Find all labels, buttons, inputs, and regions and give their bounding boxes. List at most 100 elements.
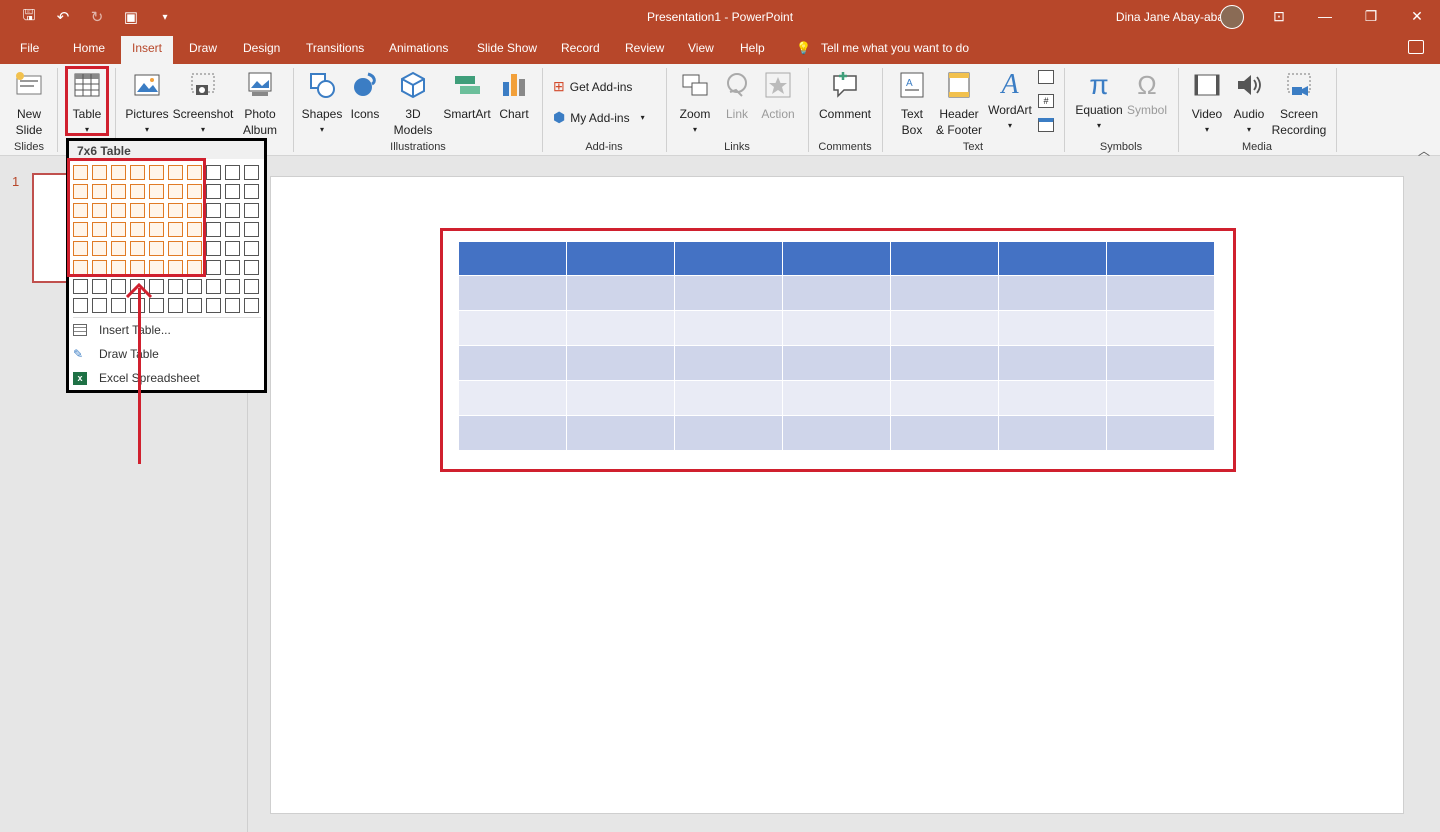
close-icon[interactable]: ✕: [1394, 0, 1440, 32]
table-grid-cell[interactable]: [206, 298, 221, 313]
table-grid-cell[interactable]: [73, 298, 88, 313]
photo-album-button[interactable]: Photo Album: [236, 70, 284, 138]
screenshot-icon: [191, 73, 215, 95]
tab-review[interactable]: Review: [621, 41, 668, 55]
annotation-arrow: [138, 288, 141, 464]
tab-transitions[interactable]: Transitions: [302, 41, 368, 55]
table-grid-cell[interactable]: [168, 298, 183, 313]
excel-spreadsheet-menu-item[interactable]: x Excel Spreadsheet: [73, 371, 200, 385]
new-slide-button[interactable]: New Slide: [8, 70, 50, 138]
text-box-icon: A: [900, 72, 924, 98]
smartart-button[interactable]: SmartArt: [440, 70, 494, 122]
table-grid-cell[interactable]: [187, 279, 202, 294]
table-grid-cell[interactable]: [187, 298, 202, 313]
screen-recording-button[interactable]: Screen Recording: [1268, 70, 1330, 138]
tab-file[interactable]: File: [16, 41, 43, 55]
table-grid-cell[interactable]: [92, 298, 107, 313]
text-box-button[interactable]: A Text Box: [892, 70, 932, 138]
tab-slide-show[interactable]: Slide Show: [473, 41, 541, 55]
chart-button[interactable]: Chart: [496, 70, 532, 122]
maximize-icon[interactable]: ❐: [1348, 0, 1394, 32]
action-button[interactable]: Action: [758, 70, 798, 122]
table-grid-cell[interactable]: [225, 298, 240, 313]
omega-icon: Ω: [1137, 70, 1157, 100]
table-grid-cell[interactable]: [244, 241, 259, 256]
equation-button[interactable]: π Equation ▾: [1072, 70, 1126, 134]
screen-recording-icon: [1287, 73, 1311, 96]
table-grid-cell[interactable]: [149, 298, 164, 313]
audio-button[interactable]: Audio ▾: [1230, 70, 1268, 138]
table-grid-cell[interactable]: [111, 279, 126, 294]
tab-view[interactable]: View: [684, 41, 718, 55]
arrow-up-icon: [125, 282, 153, 298]
video-button[interactable]: Video ▾: [1188, 70, 1226, 138]
comment-button[interactable]: Comment: [814, 70, 876, 122]
my-addins-button[interactable]: ⬢ My Add-ins ▾: [553, 109, 645, 126]
table-grid-cell[interactable]: [244, 298, 259, 313]
draw-table-menu-item[interactable]: ✎ Draw Table: [73, 347, 159, 361]
tab-design[interactable]: Design: [239, 41, 284, 55]
wordart-button[interactable]: A WordArt ▾: [986, 70, 1034, 134]
new-slide-icon: [16, 72, 42, 95]
group-addins-label: Add-ins: [585, 141, 623, 153]
table-grid-cell[interactable]: [206, 241, 221, 256]
tab-draw[interactable]: Draw: [185, 41, 221, 55]
table-grid-cell[interactable]: [206, 203, 221, 218]
zoom-button[interactable]: Zoom ▾: [676, 70, 714, 138]
title-bar: 🖫 ↶ ↻ ▣ ▾ Presentation1 - PowerPoint Din…: [0, 0, 1440, 36]
table-grid-cell[interactable]: [244, 279, 259, 294]
object-icon[interactable]: [1038, 118, 1054, 132]
table-grid-cell[interactable]: [206, 279, 221, 294]
table-grid-cell[interactable]: [225, 279, 240, 294]
table-grid-cell[interactable]: [111, 298, 126, 313]
table-grid-cell[interactable]: [244, 222, 259, 237]
table-grid-cell[interactable]: [244, 165, 259, 180]
screenshot-button[interactable]: Screenshot ▾: [172, 70, 234, 138]
ribbon-display-icon[interactable]: ⊡: [1256, 0, 1302, 32]
table-grid-cell[interactable]: [225, 241, 240, 256]
avatar[interactable]: [1220, 5, 1244, 29]
comments-icon[interactable]: [1408, 40, 1424, 54]
minimize-icon[interactable]: —: [1302, 0, 1348, 32]
tell-me-search[interactable]: 💡 Tell me what you want to do: [796, 41, 969, 55]
smartart-icon: [455, 76, 480, 94]
table-grid-cell[interactable]: [206, 260, 221, 275]
zoom-icon: [682, 74, 708, 96]
tab-record[interactable]: Record: [557, 41, 604, 55]
draw-table-label: Draw Table: [99, 347, 159, 361]
table-grid-cell[interactable]: [225, 165, 240, 180]
3d-models-button[interactable]: 3D Models: [388, 70, 438, 138]
tab-help[interactable]: Help: [736, 41, 769, 55]
table-grid-cell[interactable]: [244, 184, 259, 199]
link-button[interactable]: Link: [718, 70, 756, 122]
table-grid-cell[interactable]: [244, 203, 259, 218]
insert-table-menu-item[interactable]: Insert Table...: [73, 323, 171, 337]
tab-insert[interactable]: Insert: [121, 36, 174, 64]
slide-number-icon[interactable]: #: [1038, 94, 1054, 108]
collapse-ribbon-icon[interactable]: ︿: [1418, 142, 1430, 159]
table-grid-cell[interactable]: [225, 260, 240, 275]
pictures-button[interactable]: Pictures ▾: [124, 70, 170, 138]
table-grid-cell[interactable]: [225, 222, 240, 237]
table-grid-cell[interactable]: [168, 279, 183, 294]
table-grid-cell[interactable]: [244, 260, 259, 275]
icons-button[interactable]: Icons: [346, 70, 384, 122]
table-grid-cell[interactable]: [225, 184, 240, 199]
table-grid-cell[interactable]: [225, 203, 240, 218]
table-grid-cell[interactable]: [206, 184, 221, 199]
get-addins-button[interactable]: ⊞ Get Add-ins: [553, 78, 632, 95]
user-name[interactable]: Dina Jane Abay-abay: [1116, 10, 1230, 24]
header-footer-button[interactable]: Header & Footer: [934, 70, 984, 138]
tab-animations[interactable]: Animations: [385, 41, 452, 55]
symbol-button[interactable]: Ω Symbol: [1124, 70, 1170, 118]
table-grid-cell[interactable]: [73, 279, 88, 294]
store-icon: ⊞: [553, 78, 565, 94]
shapes-button[interactable]: Shapes ▾: [300, 70, 344, 138]
link-label: Link: [725, 107, 748, 121]
date-time-icon[interactable]: [1038, 70, 1054, 84]
3d-models-label: 3D Models: [393, 107, 433, 137]
table-grid-cell[interactable]: [92, 279, 107, 294]
tab-home[interactable]: Home: [69, 41, 109, 55]
table-grid-cell[interactable]: [206, 165, 221, 180]
table-grid-cell[interactable]: [206, 222, 221, 237]
